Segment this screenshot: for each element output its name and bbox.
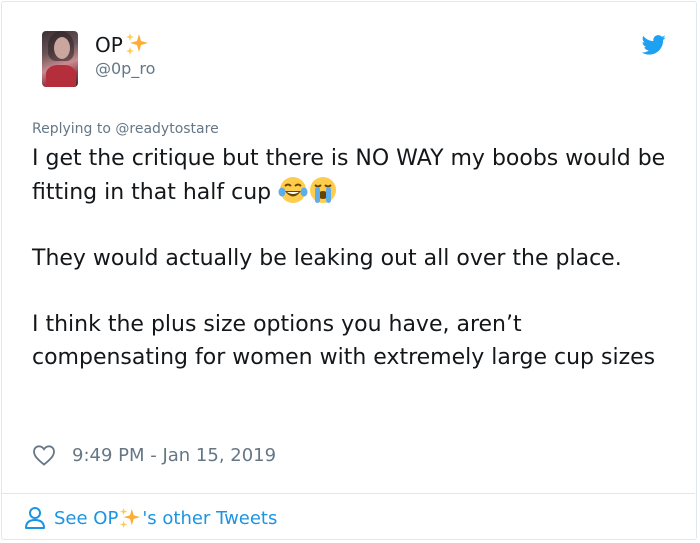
avatar-face [54, 37, 70, 59]
tweet-paragraph-2: They would actually be leaking out all o… [32, 246, 622, 271]
display-name-text: OP [95, 33, 123, 57]
avatar[interactable] [42, 31, 78, 87]
sparkles-icon [120, 507, 141, 529]
tweet-body: I get the critique but there is NO WAY m… [32, 142, 672, 374]
sparkles-icon [125, 33, 148, 55]
tweet-paragraph-3: I think the plus size options you have, … [32, 312, 656, 370]
reply-context: Replying to @readytostare [32, 120, 219, 138]
tweet-timestamp[interactable]: 9:49 PM - Jan 15, 2019 [72, 445, 276, 466]
tweet-meta: 9:49 PM - Jan 15, 2019 [32, 442, 276, 468]
avatar-clothing [46, 65, 76, 87]
author-block[interactable]: OP @0p_ro [95, 32, 155, 79]
reply-prefix: Replying to [32, 121, 111, 137]
person-icon [25, 507, 45, 529]
twitter-bird-icon[interactable] [642, 35, 666, 55]
loudly-crying-face-icon [310, 177, 337, 203]
footer-prefix: See OP [54, 507, 119, 529]
heart-icon[interactable] [32, 444, 56, 466]
see-other-tweets-link[interactable]: See OP 's other Tweets [24, 504, 277, 532]
tweet-paragraph-1: I get the critique but there is NO WAY m… [32, 142, 672, 209]
face-with-tears-of-joy-icon [278, 177, 308, 203]
card-divider [1, 493, 695, 494]
tweet-paragraph-1-text: I get the critique but there is NO WAY m… [32, 146, 666, 205]
footer-suffix: 's other Tweets [142, 507, 278, 529]
user-handle[interactable]: @0p_ro [95, 59, 155, 79]
display-name[interactable]: OP [95, 32, 155, 58]
reply-mention-link[interactable]: @readytostare [115, 121, 218, 137]
